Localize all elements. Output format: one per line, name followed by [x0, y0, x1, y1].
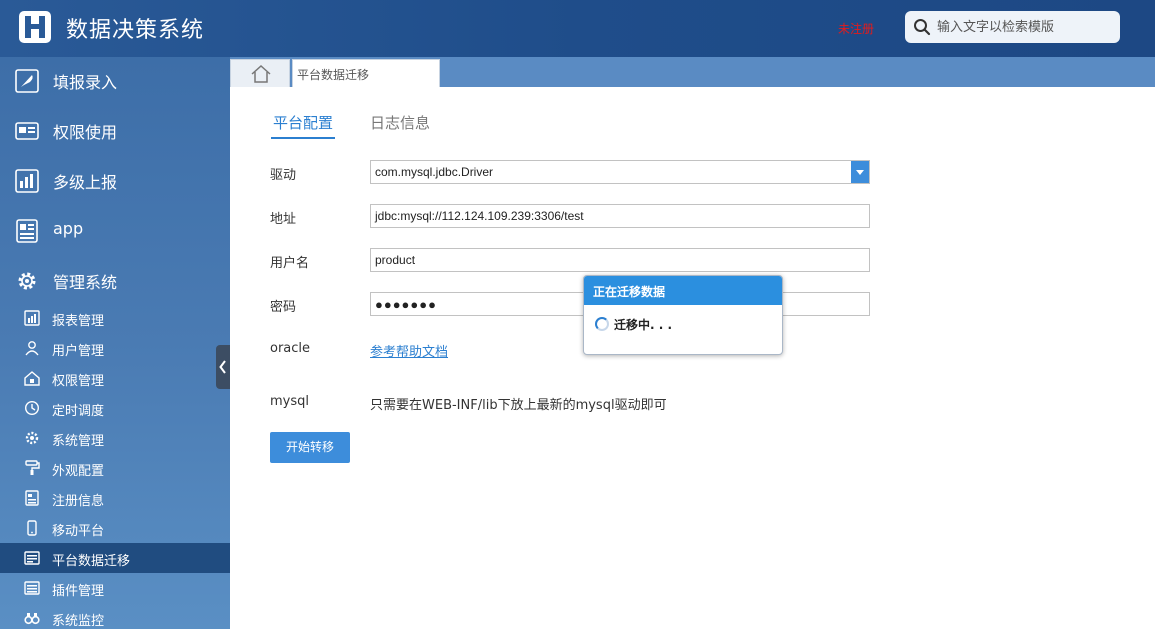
driver-value: com.mysql.jdbc.Driver: [375, 165, 494, 179]
top-header: 数据决策系统 未注册: [0, 0, 1155, 57]
binoculars-icon: [24, 613, 40, 625]
permission-card-icon: [15, 122, 39, 140]
username-label: 用户名: [270, 256, 310, 271]
mobile-icon: [27, 520, 37, 536]
sidebar-item-permission-management[interactable]: 权限管理: [0, 363, 230, 393]
chevron-left-icon: [219, 360, 226, 374]
sidebar-item-plugin-management[interactable]: 插件管理: [0, 573, 230, 603]
template-search-box[interactable]: [905, 11, 1120, 43]
feather-icon: [15, 69, 39, 93]
home-icon: [251, 64, 271, 83]
sidebar-collapse-button[interactable]: [216, 345, 230, 389]
search-icon[interactable]: [913, 18, 931, 36]
sidebar-item-registration[interactable]: 注册信息: [0, 483, 230, 513]
username-value: product: [375, 253, 416, 267]
sidebar-item-mobile-platform[interactable]: 移动平台: [0, 513, 230, 543]
page-tab-bar: 平台数据迁移: [230, 57, 1155, 87]
sidebar-item-label: 移动平台: [52, 524, 105, 539]
sidebar-item-label: 插件管理: [52, 584, 105, 599]
address-field[interactable]: jdbc:mysql://112.124.109.239:3306/test: [370, 204, 870, 228]
gear-icon: [18, 272, 36, 290]
bar-chart-icon: [15, 169, 39, 193]
oracle-label: oracle: [270, 341, 311, 356]
sidebar-item-label: 多级上报: [53, 173, 118, 192]
sidebar-item-system-management[interactable]: 系统管理: [0, 423, 230, 453]
plugin-icon: [24, 581, 40, 595]
sidebar-item-label: 定时调度: [52, 404, 105, 419]
sidebar-item-management-system[interactable]: 管理系统: [0, 257, 230, 307]
sidebar-item-label: 填报录入: [53, 73, 118, 92]
tab-platform-config[interactable]: 平台配置: [271, 112, 336, 139]
sidebar-item-appearance[interactable]: 外观配置: [0, 453, 230, 483]
user-icon: [25, 341, 39, 356]
sidebar: 填报录入 权限使用 多级上报 app 管理系统 报表管理 用户管理 权限管理 定…: [0, 57, 230, 629]
dialog-message: 迁移中. . .: [614, 318, 673, 332]
sidebar-item-label: 平台数据迁移: [52, 554, 131, 569]
main-content: 平台配置 日志信息 驱动 com.mysql.jdbc.Driver 地址 jd…: [230, 87, 1155, 629]
paint-roller-icon: [25, 460, 40, 475]
tab-data-migration[interactable]: 平台数据迁移: [292, 59, 440, 87]
mysql-note: 只需要在WEB-INF/lib下放上最新的mysql驱动即可: [370, 398, 667, 413]
username-field[interactable]: product: [370, 248, 870, 272]
dialog-title: 正在迁移数据: [584, 276, 782, 305]
sidebar-item-label: 用户管理: [52, 344, 105, 359]
tab-log-info[interactable]: 日志信息: [370, 112, 430, 133]
address-label: 地址: [270, 212, 297, 227]
sidebar-item-data-migration[interactable]: 平台数据迁移: [0, 543, 230, 573]
driver-label: 驱动: [270, 168, 297, 183]
sidebar-item-label: 报表管理: [52, 314, 105, 329]
document-icon: [16, 219, 38, 243]
sidebar-item-label: 外观配置: [52, 464, 105, 479]
sidebar-item-label: 权限使用: [53, 123, 118, 142]
sidebar-item-multi-level-report[interactable]: 多级上报: [0, 157, 230, 207]
chevron-down-icon[interactable]: [851, 161, 869, 183]
driver-select[interactable]: com.mysql.jdbc.Driver: [370, 160, 870, 184]
unregistered-label[interactable]: 未注册: [838, 20, 874, 37]
clock-icon: [24, 400, 40, 416]
sidebar-item-label: 管理系统: [53, 273, 118, 292]
sidebar-item-label: 注册信息: [52, 494, 105, 509]
sidebar-item-user-management[interactable]: 用户管理: [0, 333, 230, 363]
sidebar-item-scheduling[interactable]: 定时调度: [0, 393, 230, 423]
password-label: 密码: [270, 300, 297, 315]
sidebar-item-label: 系统管理: [52, 434, 105, 449]
migration-progress-dialog: 正在迁移数据 迁移中. . .: [583, 275, 783, 355]
migrate-icon: [24, 551, 40, 565]
lock-house-icon: [24, 371, 40, 386]
sidebar-item-permission-use[interactable]: 权限使用: [0, 107, 230, 157]
home-tab[interactable]: [230, 59, 290, 87]
gear-icon: [25, 431, 39, 445]
mysql-label: mysql: [270, 394, 309, 409]
start-migration-button[interactable]: 开始转移: [270, 432, 350, 463]
sidebar-item-app[interactable]: app: [0, 207, 230, 257]
app-logo-icon: [19, 11, 51, 43]
password-value: ●●●●●●●: [375, 297, 437, 312]
sidebar-item-label: app: [53, 219, 84, 238]
loading-spinner-icon: [595, 317, 609, 331]
register-doc-icon: [25, 490, 39, 506]
help-doc-link[interactable]: 参考帮助文档: [370, 341, 448, 360]
sidebar-item-label: 权限管理: [52, 374, 105, 389]
search-input[interactable]: [937, 17, 1112, 37]
sidebar-item-fill-entry[interactable]: 填报录入: [0, 57, 230, 107]
address-value: jdbc:mysql://112.124.109.239:3306/test: [375, 209, 584, 223]
report-icon: [24, 310, 40, 326]
sidebar-item-label: 系统监控: [52, 614, 105, 629]
sidebar-item-report-management[interactable]: 报表管理: [0, 303, 230, 333]
app-title: 数据决策系统: [66, 18, 205, 43]
sidebar-item-system-monitor[interactable]: 系统监控: [0, 603, 230, 629]
